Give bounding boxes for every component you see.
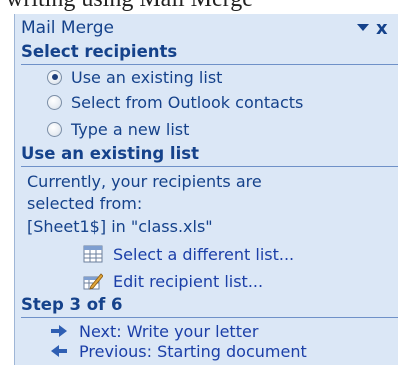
recipients-source: [Sheet1$] in "class.xls" bbox=[27, 217, 213, 236]
radio-label: Select from Outlook contacts bbox=[71, 92, 304, 112]
arrow-left-icon bbox=[51, 345, 67, 357]
next-step-link[interactable]: Next: Write your letter bbox=[51, 321, 258, 341]
edit-recipient-list-link[interactable]: Edit recipient list... bbox=[83, 269, 263, 293]
radio-label: Use an existing list bbox=[71, 67, 223, 87]
next-step-label: Next: Write your letter bbox=[79, 321, 259, 341]
edit-recipient-list-label: Edit recipient list... bbox=[113, 271, 264, 291]
previous-step-link[interactable]: Previous: Starting document bbox=[51, 341, 307, 361]
chevron-down-icon[interactable] bbox=[357, 24, 369, 31]
step-indicator: Step 3 of 6 bbox=[21, 295, 123, 314]
radio-button[interactable] bbox=[47, 94, 62, 110]
section-heading-use-existing-list: Use an existing list bbox=[21, 144, 199, 163]
pane-title-bar: Mail Merge x bbox=[15, 14, 398, 44]
select-different-list-label: Select a different list... bbox=[113, 244, 295, 264]
radio-button[interactable] bbox=[47, 121, 62, 137]
radio-button-checked[interactable] bbox=[47, 69, 62, 85]
section-divider bbox=[21, 166, 398, 167]
section-divider bbox=[21, 317, 398, 318]
section-divider bbox=[21, 64, 398, 65]
mail-merge-task-pane: Mail Merge x Select recipients Use an ex… bbox=[14, 14, 398, 365]
select-different-list-link[interactable]: Select a different list... bbox=[83, 242, 294, 266]
table-icon bbox=[83, 245, 103, 263]
previous-step-label: Previous: Starting document bbox=[79, 341, 307, 361]
radio-use-existing-list[interactable]: Use an existing list bbox=[47, 66, 222, 88]
background-document-text: writing using Mail Merge bbox=[6, 0, 253, 13]
recipients-description-line: selected from: bbox=[27, 194, 143, 213]
pane-title: Mail Merge bbox=[21, 18, 115, 38]
close-icon[interactable]: x bbox=[376, 18, 388, 39]
radio-select-outlook-contacts[interactable]: Select from Outlook contacts bbox=[47, 91, 303, 113]
arrow-right-icon bbox=[51, 325, 67, 337]
radio-label: Type a new list bbox=[71, 119, 190, 139]
edit-list-icon bbox=[83, 273, 103, 290]
section-heading-select-recipients: Select recipients bbox=[21, 42, 178, 61]
recipients-description-line: Currently, your recipients are bbox=[27, 172, 262, 191]
radio-type-new-list[interactable]: Type a new list bbox=[47, 118, 189, 140]
